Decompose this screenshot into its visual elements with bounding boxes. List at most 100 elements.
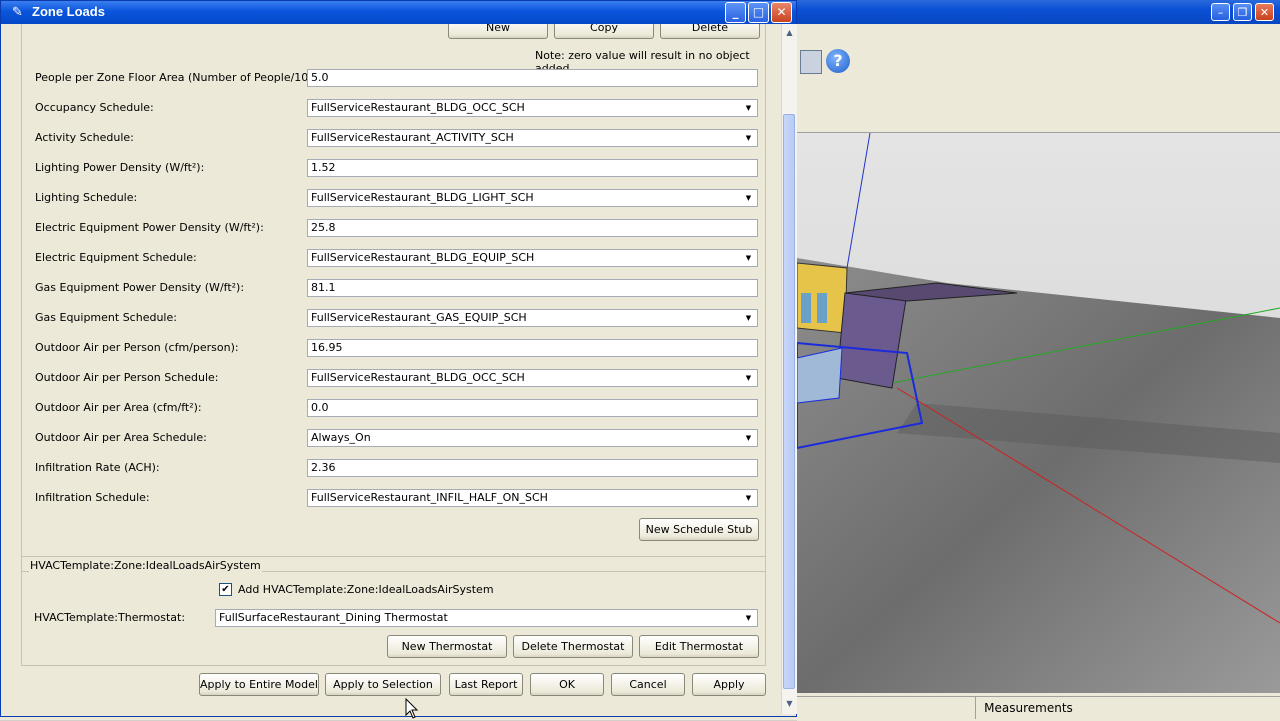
scroll-up-icon[interactable]: ▲ [783, 25, 796, 40]
field-label: Outdoor Air per Area Schedule: [35, 431, 207, 444]
schedule-combo[interactable]: FullServiceRestaurant_INFIL_HALF_ON_SCH ▼ [307, 489, 758, 507]
cancel-button[interactable]: Cancel [611, 673, 685, 696]
restore-icon[interactable]: ❐ [1233, 3, 1252, 21]
zone-loads-dialog: ✎ Zone Loads _ □ ✕ New Copy Delete Note:… [0, 0, 797, 717]
vertical-scrollbar[interactable]: ▲ ▼ [781, 24, 797, 714]
chevron-down-icon[interactable]: ▼ [741, 311, 756, 325]
field-value: FullServiceRestaurant_BLDG_EQUIP_SCH [311, 251, 535, 264]
field-label: Lighting Schedule: [35, 191, 138, 204]
help-icon[interactable]: ? [826, 49, 850, 73]
background-titlebar: – ❐ ✕ [797, 0, 1280, 24]
chevron-down-icon[interactable]: ▼ [741, 191, 756, 205]
field-label: Infiltration Rate (ACH): [35, 461, 160, 474]
chevron-down-icon[interactable]: ▼ [741, 611, 756, 625]
chevron-down-icon[interactable]: ▼ [741, 251, 756, 265]
schedule-combo[interactable]: FullServiceRestaurant_GAS_EQUIP_SCH ▼ [307, 309, 758, 327]
field-value: 5.0 [311, 71, 329, 84]
field-label: Activity Schedule: [35, 131, 134, 144]
maximize-icon[interactable]: □ [748, 2, 769, 23]
app-icon: ✎ [12, 5, 23, 20]
schedule-combo[interactable]: FullServiceRestaurant_ACTIVITY_SCH ▼ [307, 129, 758, 147]
background-toolbar [797, 24, 1280, 133]
apply-entire-model-button[interactable]: Apply to Entire Model [199, 673, 319, 696]
field-label: Gas Equipment Schedule: [35, 311, 177, 324]
chevron-down-icon[interactable]: ▼ [741, 491, 756, 505]
viewport-scene [797, 133, 1280, 693]
checkbox-add-ideal-loads[interactable]: ✔ [219, 583, 232, 596]
field-label: Electric Equipment Schedule: [35, 251, 197, 264]
field-value: FullServiceRestaurant_GAS_EQUIP_SCH [311, 311, 527, 324]
delete-button[interactable]: Delete [660, 24, 760, 39]
field-value: FullServiceRestaurant_BLDG_LIGHT_SCH [311, 191, 534, 204]
field-label: Outdoor Air per Area (cfm/ft²): [35, 401, 202, 414]
apply-button[interactable]: Apply [692, 673, 766, 696]
value-input[interactable]: 16.95 [307, 339, 758, 357]
chevron-down-icon[interactable]: ▼ [741, 101, 756, 115]
field-label: Electric Equipment Power Density (W/ft²)… [35, 221, 264, 234]
new-thermostat-button[interactable]: New Thermostat [387, 635, 507, 658]
3d-viewport[interactable] [797, 133, 1280, 693]
edit-thermostat-button[interactable]: Edit Thermostat [639, 635, 759, 658]
thermostat-combo[interactable]: FullSurfaceRestaurant_Dining Thermostat … [215, 609, 758, 627]
mouse-cursor-icon [405, 698, 419, 719]
close-icon[interactable]: ✕ [771, 2, 792, 23]
field-label: Outdoor Air per Person (cfm/person): [35, 341, 239, 354]
field-label: Gas Equipment Power Density (W/ft²): [35, 281, 245, 294]
field-value: 1.52 [311, 161, 336, 174]
value-input[interactable]: 1.52 [307, 159, 758, 177]
field-value: Always_On [311, 431, 371, 444]
checkbox-label: Add HVACTemplate:Zone:IdealLoadsAirSyste… [238, 583, 494, 596]
minimize-icon[interactable]: – [1211, 3, 1230, 21]
field-label: Lighting Power Density (W/ft²): [35, 161, 205, 174]
scrollbar-thumb[interactable] [783, 114, 795, 689]
thermostat-value: FullSurfaceRestaurant_Dining Thermostat [219, 611, 448, 624]
field-label: Occupancy Schedule: [35, 101, 154, 114]
checkmark-icon: ✔ [221, 584, 230, 595]
apply-selection-button[interactable]: Apply to Selection [325, 673, 441, 696]
field-value: 2.36 [311, 461, 336, 474]
schedule-combo[interactable]: FullServiceRestaurant_BLDG_LIGHT_SCH ▼ [307, 189, 758, 207]
field-label: People per Zone Floor Area (Number of Pe… [35, 71, 334, 84]
field-value: 0.0 [311, 401, 329, 414]
minimize-icon[interactable]: _ [725, 2, 746, 23]
value-input[interactable]: 5.0 [307, 69, 758, 87]
value-input[interactable]: 25.8 [307, 219, 758, 237]
new-schedule-stub-button[interactable]: New Schedule Stub [639, 518, 759, 541]
dialog-titlebar[interactable]: ✎ Zone Loads _ □ ✕ [1, 1, 796, 24]
storefront [797, 347, 843, 404]
value-input[interactable]: 81.1 [307, 279, 758, 297]
field-value: 25.8 [311, 221, 336, 234]
measurements-label: Measurements [975, 697, 1081, 719]
window [817, 293, 827, 323]
hvac-group-title: HVACTemplate:Zone:IdealLoadsAirSystem [29, 559, 262, 572]
chevron-down-icon[interactable]: ▼ [741, 431, 756, 445]
delete-thermostat-button[interactable]: Delete Thermostat [513, 635, 633, 658]
close-icon[interactable]: ✕ [1255, 3, 1274, 21]
value-input[interactable]: 2.36 [307, 459, 758, 477]
window [801, 293, 811, 323]
field-label: Infiltration Schedule: [35, 491, 150, 504]
new-button[interactable]: New [448, 24, 548, 39]
component-icon[interactable] [800, 50, 822, 74]
schedule-combo[interactable]: FullServiceRestaurant_BLDG_OCC_SCH ▼ [307, 99, 758, 117]
chevron-down-icon[interactable]: ▼ [741, 371, 756, 385]
field-value: FullServiceRestaurant_BLDG_OCC_SCH [311, 371, 525, 384]
field-value: FullServiceRestaurant_BLDG_OCC_SCH [311, 101, 525, 114]
scroll-down-icon[interactable]: ▼ [783, 696, 796, 711]
value-input[interactable]: 0.0 [307, 399, 758, 417]
field-label: Outdoor Air per Person Schedule: [35, 371, 219, 384]
field-value: 16.95 [311, 341, 343, 354]
copy-button[interactable]: Copy [554, 24, 654, 39]
field-value: 81.1 [311, 281, 336, 294]
thermostat-label: HVACTemplate:Thermostat: [34, 611, 186, 624]
dialog-body: New Copy Delete Note: zero value will re… [5, 24, 781, 714]
ok-button[interactable]: OK [530, 673, 604, 696]
chevron-down-icon[interactable]: ▼ [741, 131, 756, 145]
dialog-title: Zone Loads [32, 4, 105, 19]
schedule-combo[interactable]: Always_On ▼ [307, 429, 758, 447]
schedule-combo[interactable]: FullServiceRestaurant_BLDG_OCC_SCH ▼ [307, 369, 758, 387]
field-value: FullServiceRestaurant_INFIL_HALF_ON_SCH [311, 491, 548, 504]
last-report-button[interactable]: Last Report [449, 673, 523, 696]
schedule-combo[interactable]: FullServiceRestaurant_BLDG_EQUIP_SCH ▼ [307, 249, 758, 267]
field-value: FullServiceRestaurant_ACTIVITY_SCH [311, 131, 514, 144]
